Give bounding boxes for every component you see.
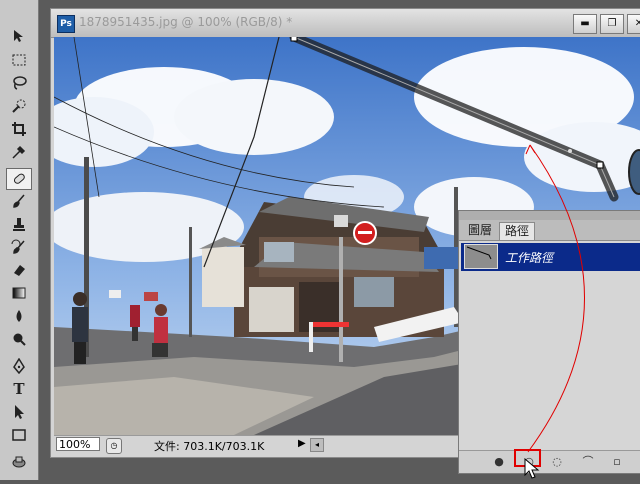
document-titlebar: Ps 1878951435.jpg @ 100% (RGB/8) * ▬ ❐ ✕: [51, 9, 640, 38]
clone-stamp-tool-icon[interactable]: [7, 214, 31, 234]
tools-panel: T: [0, 0, 39, 480]
status-menu-arrow-icon[interactable]: ▶: [298, 438, 310, 450]
make-work-path-icon[interactable]: ⌒: [577, 454, 599, 470]
brush-tool-icon[interactable]: [7, 191, 31, 211]
eyedropper-tool-icon[interactable]: [7, 142, 31, 162]
horizontal-scroll-left-icon[interactable]: ◂: [310, 438, 324, 452]
new-path-icon[interactable]: ▫: [609, 454, 625, 470]
minimize-button[interactable]: ▬: [573, 14, 597, 34]
panel-footer: ● ○ ◌ ⌒ ▫: [459, 450, 640, 473]
shape-tool-icon[interactable]: [7, 425, 31, 445]
panel-header-strip[interactable]: [459, 211, 640, 220]
status-bar: 100% ◷ 文件: 703.1K/703.1K ▶ ◂: [54, 435, 474, 454]
marquee-tool-icon[interactable]: [7, 50, 31, 70]
gradient-tool-icon[interactable]: [7, 283, 31, 303]
history-brush-tool-icon[interactable]: [7, 237, 31, 257]
mouse-cursor-icon: [524, 457, 540, 480]
document-title: 1878951435.jpg @ 100% (RGB/8) *: [79, 15, 293, 29]
pen-tool-icon[interactable]: [7, 356, 31, 376]
crop-tool-icon[interactable]: [7, 119, 31, 139]
dodge-tool-icon[interactable]: [7, 329, 31, 349]
close-button[interactable]: ✕: [627, 14, 640, 34]
quick-selection-tool-icon[interactable]: [7, 96, 31, 116]
fill-path-icon[interactable]: ●: [491, 454, 507, 470]
lasso-tool-icon[interactable]: [7, 73, 31, 93]
tab-paths[interactable]: 路徑: [499, 222, 536, 240]
paths-panel: 圖層 路徑 工作路徑 ● ○ ◌ ⌒ ▫: [458, 210, 640, 474]
eraser-tool-icon[interactable]: [7, 260, 31, 280]
path-item-work-path[interactable]: 工作路徑: [461, 243, 640, 271]
path-selection-tool-icon[interactable]: [7, 402, 31, 422]
path-item-label: 工作路徑: [505, 251, 554, 265]
path-thumbnail: [464, 244, 498, 269]
hand-tool-icon[interactable]: [7, 452, 31, 472]
type-tool-icon[interactable]: T: [7, 379, 31, 399]
restore-button[interactable]: ❐: [600, 14, 624, 34]
blur-tool-icon[interactable]: [7, 306, 31, 326]
healing-brush-tool-icon[interactable]: [6, 168, 32, 190]
load-path-as-selection-icon[interactable]: ◌: [549, 454, 565, 470]
zoom-level-field[interactable]: 100%: [56, 437, 100, 451]
panel-tabs: 圖層 路徑: [459, 220, 640, 241]
file-size-info: 文件: 703.1K/703.1K: [154, 440, 265, 453]
zoom-menu-icon[interactable]: ◷: [106, 438, 122, 454]
tab-layers[interactable]: 圖層: [463, 222, 498, 239]
move-tool-icon[interactable]: [7, 26, 31, 46]
photoshop-icon: Ps: [57, 15, 75, 33]
